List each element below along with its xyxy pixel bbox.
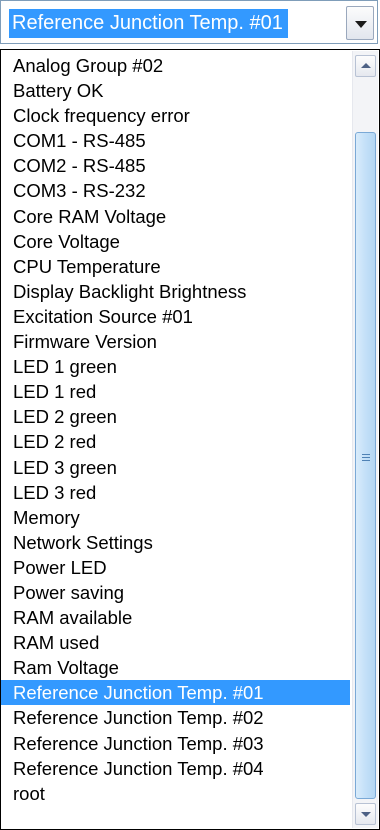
list-item[interactable]: Reference Junction Temp. #04: [1, 756, 350, 781]
list-item[interactable]: RAM available: [1, 605, 350, 630]
list-item-selected[interactable]: Reference Junction Temp. #01: [1, 680, 350, 706]
dropdown-list[interactable]: Analog Group #02 Battery OK Clock freque…: [0, 49, 380, 830]
list-item[interactable]: Reference Junction Temp. #02: [1, 705, 350, 730]
option-list[interactable]: Analog Group #02 Battery OK Clock freque…: [1, 53, 350, 806]
list-item[interactable]: Core RAM Voltage: [1, 204, 350, 229]
list-item[interactable]: Display Backlight Brightness: [1, 279, 350, 304]
list-item[interactable]: Battery OK: [1, 78, 350, 103]
list-item[interactable]: Analog Group #02: [1, 53, 350, 78]
list-item[interactable]: Power LED: [1, 555, 350, 580]
combo-box[interactable]: Reference Junction Temp. #01: [0, 0, 378, 44]
combo-selected-value[interactable]: Reference Junction Temp. #01: [9, 9, 288, 38]
list-item[interactable]: Firmware Version: [1, 329, 350, 354]
list-item[interactable]: LED 1 green: [1, 354, 350, 379]
list-item[interactable]: LED 2 green: [1, 404, 350, 429]
list-item[interactable]: COM1 - RS-485: [1, 128, 350, 153]
scroll-down-button[interactable]: [355, 803, 376, 825]
combo-dropdown-button[interactable]: [346, 6, 374, 40]
list-item[interactable]: LED 1 red: [1, 379, 350, 404]
list-item[interactable]: Core Voltage: [1, 229, 350, 254]
list-item[interactable]: root: [1, 781, 350, 806]
scroll-up-arrow-icon: [361, 63, 371, 68]
list-item[interactable]: RAM used: [1, 630, 350, 655]
list-item[interactable]: Reference Junction Temp. #03: [1, 731, 350, 756]
list-item[interactable]: Excitation Source #01: [1, 304, 350, 329]
scroll-down-arrow-icon: [361, 812, 371, 817]
scroll-up-button[interactable]: [355, 55, 376, 77]
list-item[interactable]: Memory: [1, 505, 350, 530]
list-item[interactable]: Network Settings: [1, 530, 350, 555]
list-item[interactable]: COM3 - RS-232: [1, 178, 350, 203]
grip-lines-icon: [362, 454, 370, 462]
scroll-thumb[interactable]: [355, 132, 376, 799]
list-item[interactable]: LED 3 red: [1, 480, 350, 505]
list-item[interactable]: Ram Voltage: [1, 655, 350, 680]
vertical-scrollbar[interactable]: [352, 51, 378, 828]
list-item[interactable]: LED 3 green: [1, 455, 350, 480]
list-item[interactable]: COM2 - RS-485: [1, 153, 350, 178]
list-item[interactable]: LED 2 red: [1, 429, 350, 454]
list-item[interactable]: Clock frequency error: [1, 103, 350, 128]
chevron-down-icon: [355, 21, 367, 28]
list-item[interactable]: Power saving: [1, 580, 350, 605]
list-item[interactable]: CPU Temperature: [1, 254, 350, 279]
